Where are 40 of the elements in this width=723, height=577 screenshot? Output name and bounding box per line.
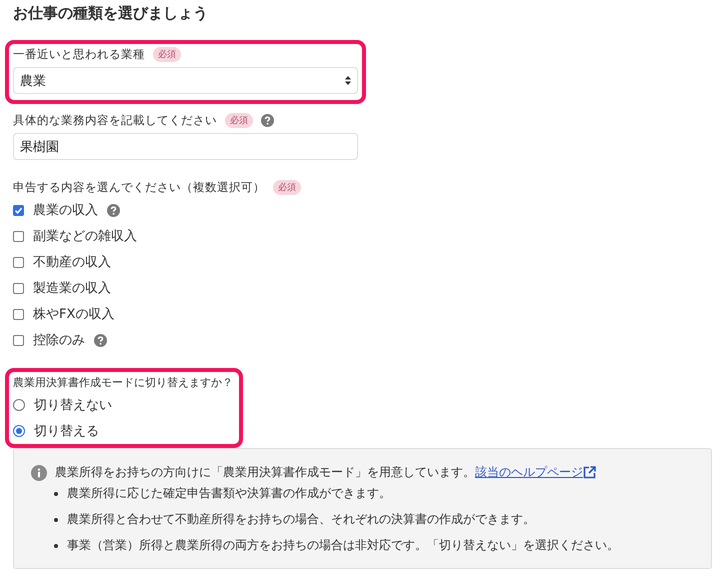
- bullet-icon: [54, 492, 58, 496]
- input-field[interactable]: 果樹園: [13, 133, 358, 160]
- help-icon[interactable]: [261, 114, 274, 127]
- radio-button[interactable]: [13, 399, 25, 411]
- bullet-text: 事業（営業）所得と農業所得の両方をお持ちの場合は非対応です。「切り替えない」を選択ください。: [67, 537, 619, 554]
- field-label: 農業用決算書作成モードに切り替えますか？: [13, 375, 233, 390]
- required-badge: 必須: [153, 47, 181, 62]
- field-label: 申告する内容を選んでください（複数選択可）: [13, 180, 265, 195]
- help-icon[interactable]: [94, 334, 107, 346]
- checkbox-label[interactable]: 株やFXの収入: [33, 305, 114, 323]
- checkbox[interactable]: [13, 282, 24, 294]
- checkbox[interactable]: [13, 204, 24, 216]
- checkbox[interactable]: [13, 256, 24, 268]
- checkbox-label[interactable]: 控除のみ: [33, 331, 85, 349]
- field-label: 具体的な業務内容を記載してください: [13, 113, 217, 128]
- industry-select[interactable]: 農業: [13, 67, 358, 94]
- info-icon: [31, 464, 47, 480]
- checkbox[interactable]: [13, 230, 24, 242]
- checkbox[interactable]: [13, 334, 24, 346]
- bullet-icon: [54, 544, 58, 548]
- sort-arrows-icon: [345, 76, 351, 85]
- checkbox-label[interactable]: 農業の収入: [33, 201, 98, 219]
- radio-label[interactable]: 切り替えない: [34, 396, 112, 414]
- checkbox-label[interactable]: 副業などの雑収入: [33, 227, 137, 245]
- required-badge: 必須: [273, 180, 301, 195]
- bullet-icon: [54, 518, 58, 522]
- external-link-icon[interactable]: [583, 466, 596, 479]
- radio-button[interactable]: [13, 425, 25, 437]
- field-label: 一番近いと思われる業種: [13, 47, 145, 62]
- radio-label[interactable]: 切り替える: [34, 422, 99, 440]
- help-page-link[interactable]: 該当のヘルプページ: [475, 465, 583, 479]
- section-title: お仕事の種類を選びましょう: [13, 4, 209, 23]
- bullet-text: 農業所得と合わせて不動産所得をお持ちの場合、それぞれの決算書の作成ができます。: [67, 511, 535, 528]
- bullet-text: 農業所得に応じた確定申告書類や決算書の作成ができます。: [67, 485, 391, 502]
- checkbox[interactable]: [13, 308, 24, 320]
- checkbox-label[interactable]: 製造業の収入: [33, 279, 111, 297]
- help-icon[interactable]: [107, 204, 120, 216]
- info-text: 農業所得をお持ちの方向けに「農業用決算書作成モード」を用意しています。該当のヘルプページ: [55, 464, 583, 481]
- checkbox-label[interactable]: 不動産の収入: [33, 253, 111, 271]
- required-badge: 必須: [225, 113, 253, 128]
